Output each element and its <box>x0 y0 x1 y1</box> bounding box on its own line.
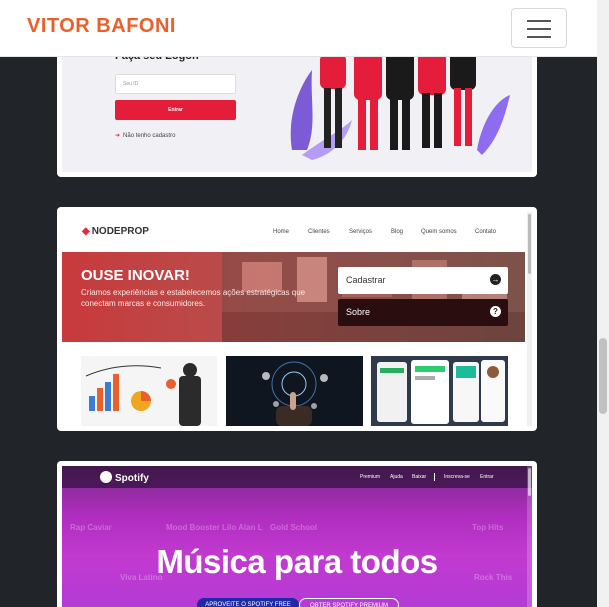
project-card-nodeprop[interactable]: ◆ NODEPROP Home Clientes Serviços Blog Qu… <box>57 207 537 431</box>
spotify-scrollbar <box>527 466 532 607</box>
menu-toggle-button[interactable] <box>511 8 567 48</box>
spotify-nav-inscreva-se: Inscreva-se <box>444 474 470 480</box>
spotify-free-button: APROVEITE O SPOTIFY FREE <box>197 598 299 607</box>
nodeprop-hero-subtitle: Criamos experiências e estabelecemos açõ… <box>81 288 306 308</box>
playlist-label: Rap Caviar <box>70 523 112 532</box>
nodeprop-nav-blog: Blog <box>391 229 404 235</box>
brand-logo[interactable]: VITOR BAFONI <box>27 15 176 38</box>
nodeprop-logo-icon: ◆ <box>82 226 90 237</box>
nodeprop-scrollbar <box>527 212 532 426</box>
signup-link: ➜ Não tenho cadastro <box>115 133 176 139</box>
spotify-nav-divider <box>434 473 435 481</box>
spotify-headline: Música para todos <box>156 543 438 580</box>
nodeprop-nav-contato: Contato <box>475 229 497 235</box>
playlist-label: Gold School <box>270 523 318 532</box>
spotify-nav-entrar: Entrar <box>480 474 494 480</box>
nodeprop-nav-quem-somos: Quem somos <box>421 229 457 235</box>
spotify-nav-premium: Premium <box>360 474 381 480</box>
nodeprop-hero: OUSE INOVAR! Criamos experiências e esta… <box>62 252 525 342</box>
nodeprop-nav-clientes: Clientes <box>308 229 330 235</box>
nodeprop-logo: ◆ NODEPROP <box>82 226 149 237</box>
question-icon: ? <box>490 306 501 317</box>
spotify-nav-baixar: Baixar <box>412 474 427 480</box>
mobile-app-screens-image <box>371 356 508 426</box>
nodeprop-project-screenshot: ◆ NODEPROP Home Clientes Serviços Blog Qu… <box>62 212 532 426</box>
spotify-project-screenshot: Spotify Premium Ajuda Baixar Inscreva-se… <box>62 466 532 607</box>
navbar: VITOR BAFONI <box>0 0 597 57</box>
nodeprop-sobre-button: Sobre ? <box>338 299 508 326</box>
page-scrollbar[interactable] <box>597 0 609 607</box>
nodeprop-nav-servicos: Serviços <box>349 229 373 235</box>
playlist-label: Mood Booster <box>166 523 220 532</box>
nodeprop-cadastrar-button: Cadastrar → <box>338 267 508 294</box>
login-project-screenshot: Faça seu Logon Seu ID Entrar ➜Não tenho … <box>62 40 532 172</box>
hamburger-icon <box>527 20 551 22</box>
login-enter-button: Entrar <box>115 100 236 120</box>
project-card-spotify[interactable]: Spotify Premium Ajuda Baixar Inscreva-se… <box>57 461 537 607</box>
business-charts-image <box>81 356 217 426</box>
spotify-logo: Spotify <box>100 471 149 484</box>
nodeprop-hero-title: OUSE INOVAR! <box>81 267 190 284</box>
arrow-right-icon: → <box>490 274 501 285</box>
signin-arrow-icon: ➜ <box>115 133 121 139</box>
spotify-nav-ajuda: Ajuda <box>390 474 403 480</box>
login-id-input: Seu ID <box>115 74 236 94</box>
playlist-label: Top Hits <box>472 523 504 532</box>
playlist-label: Lilo Alan L <box>222 523 263 532</box>
nodeprop-nav-home: Home <box>273 229 290 235</box>
spotify-premium-button: OBTER SPOTIFY PREMIUM <box>299 598 399 607</box>
scrollbar-thumb[interactable] <box>599 338 607 414</box>
project-card-login[interactable]: Faça seu Logon Seu ID Entrar ➜Não tenho … <box>57 40 537 177</box>
spotify-icon <box>100 471 112 483</box>
digital-touch-image <box>226 356 363 426</box>
team-illustration <box>290 40 510 160</box>
